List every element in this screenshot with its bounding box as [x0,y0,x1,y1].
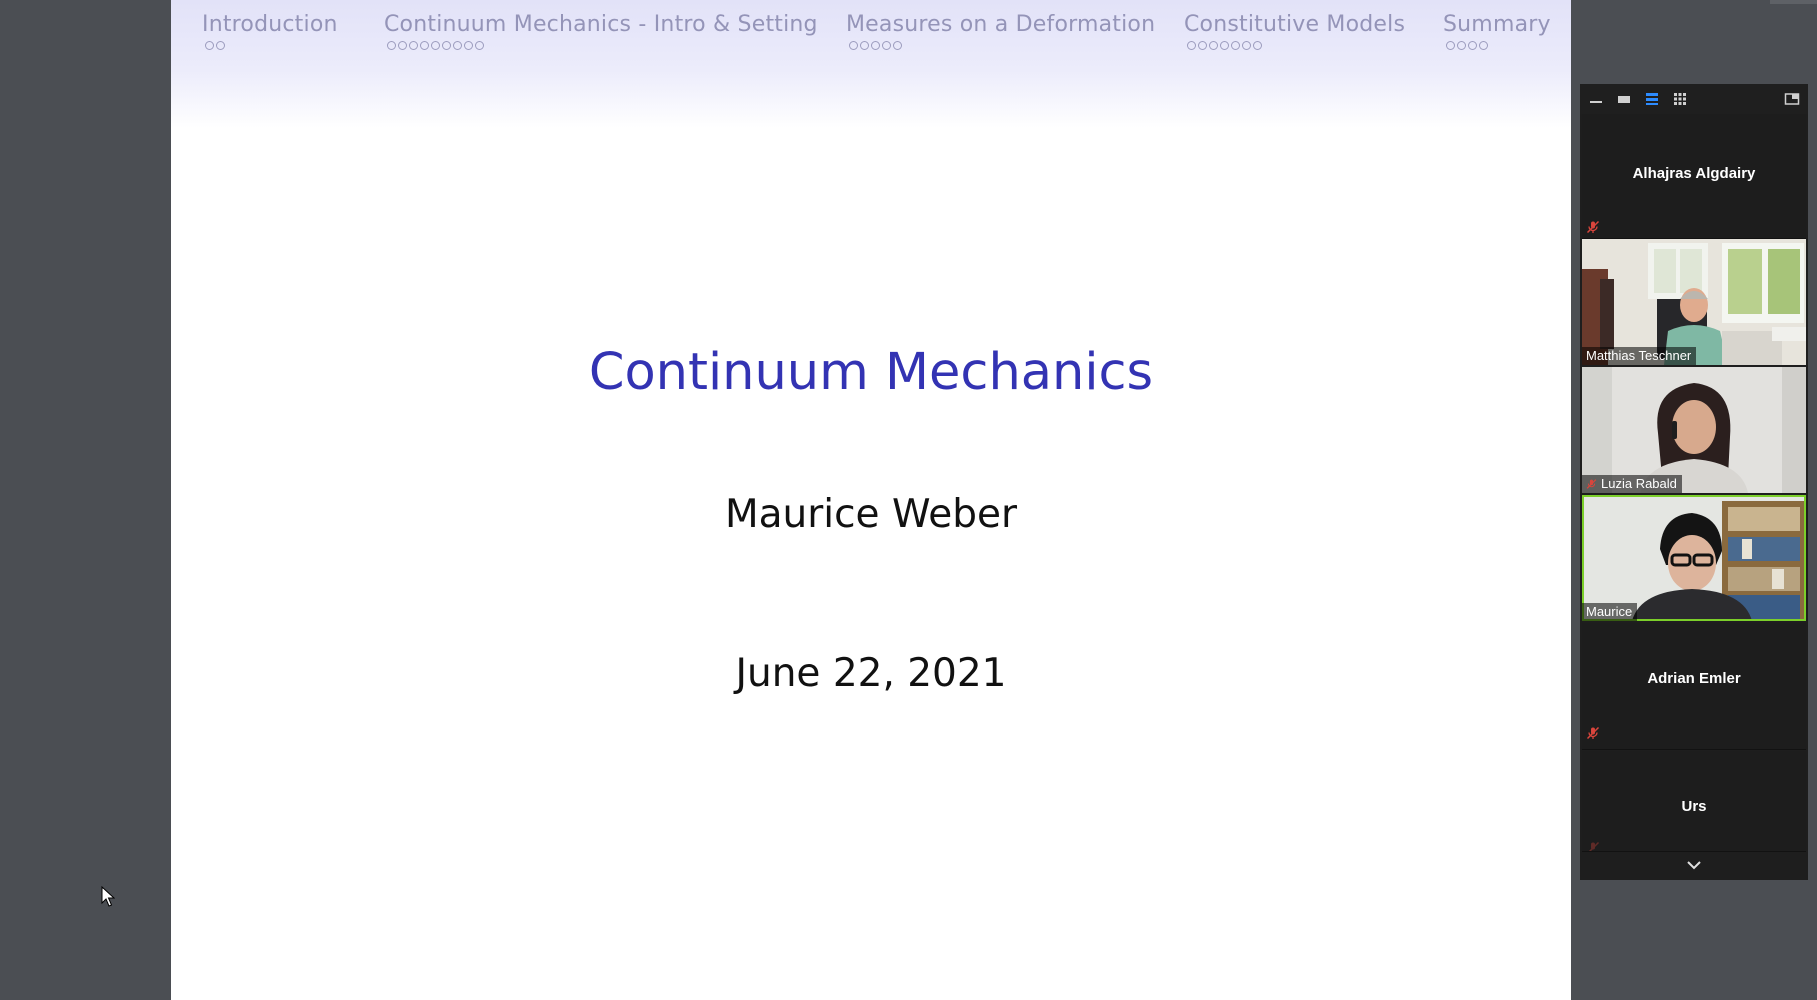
participant-name: Adrian Emler [1647,670,1741,687]
nav-section-measures[interactable]: Measures on a Deformation [846,12,1155,50]
nav-frame-dot[interactable] [1187,41,1196,50]
participants-panel: Alhajras Algdairy Matthias Teschner Luzi… [1580,84,1808,880]
nav-frame-dot[interactable] [1198,41,1207,50]
muted-microphone-icon [1586,478,1597,489]
scroll-down-chevron-icon[interactable] [1580,852,1808,878]
nav-frame-dot[interactable] [1253,41,1262,50]
nav-section-summary[interactable]: Summary [1443,12,1551,50]
participant-name-tag: Matthias Teschner [1582,347,1697,365]
nav-frame-dot[interactable] [442,41,451,50]
speaker-view-icon[interactable] [1644,91,1660,107]
presentation-title: Continuum Mechanics [588,343,1154,402]
nav-frame-dot[interactable] [849,41,858,50]
nav-frame-dot[interactable] [409,41,418,50]
participant-name: Alhajras Algdairy [1632,165,1756,182]
participants-toolbar [1580,84,1808,114]
gallery-view-icon[interactable] [1672,91,1688,107]
nav-frame-dot[interactable] [464,41,473,50]
participant-video-tile[interactable]: Matthias Teschner [1582,239,1806,365]
window-edge [1770,0,1817,4]
nav-frame-dot[interactable] [1479,41,1488,50]
nav-frame-dot[interactable] [387,41,396,50]
nav-frame-dot[interactable] [871,41,880,50]
participant-tile[interactable]: Adrian Emler [1582,623,1806,750]
nav-frame-dot[interactable] [1220,41,1229,50]
presentation-author: Maurice Weber [724,492,1018,537]
thumbnail-view-icon[interactable] [1616,91,1632,107]
muted-microphone-icon [1588,841,1600,851]
nav-section-label: Measures on a Deformation [846,12,1156,37]
nav-frame-dot[interactable] [420,41,429,50]
nav-frame-dots [387,41,818,50]
muted-microphone-icon [1586,220,1600,234]
nav-section-intro-setting[interactable]: Continuum Mechanics - Intro & Setting [384,12,818,50]
nav-frame-dot[interactable] [1457,41,1466,50]
nav-frame-dots [1446,41,1551,50]
shared-screen-slide: Introduction Continuum Mechanics - Intro… [171,0,1571,1000]
participant-name: Luzia Rabald [1601,476,1677,491]
participant-name: Matthias Teschner [1586,348,1692,363]
nav-frame-dots [1187,41,1405,50]
nav-frame-dot[interactable] [1446,41,1455,50]
nav-section-label: Continuum Mechanics - Intro & Setting [384,12,818,37]
nav-frame-dot[interactable] [882,41,891,50]
exit-pip-icon[interactable] [1784,91,1800,107]
presentation-date: June 22, 2021 [735,651,1007,696]
nav-frame-dot[interactable] [398,41,407,50]
nav-frame-dot[interactable] [216,41,225,50]
participant-video-tile[interactable]: Luzia Rabald [1582,367,1806,493]
nav-frame-dot[interactable] [431,41,440,50]
nav-section-introduction[interactable]: Introduction [202,12,338,50]
mouse-cursor-icon [101,886,115,907]
participant-name: Maurice [1586,604,1633,619]
nav-frame-dot[interactable] [205,41,214,50]
nav-frame-dot[interactable] [475,41,484,50]
muted-microphone-icon [1586,726,1600,740]
nav-section-label: Summary [1443,12,1551,37]
nav-frame-dot[interactable] [1468,41,1477,50]
nav-section-label: Introduction [202,12,338,37]
nav-frame-dot[interactable] [860,41,869,50]
participant-name: Urs [1681,798,1707,815]
slide-navigation-bar: Introduction Continuum Mechanics - Intro… [171,0,1571,128]
participant-tile[interactable]: Urs [1582,751,1806,852]
participant-name-tag: Luzia Rabald [1582,475,1682,493]
nav-frame-dot[interactable] [893,41,902,50]
nav-frame-dots [205,41,338,50]
participant-name-tag: Maurice [1582,603,1638,621]
nav-frame-dot[interactable] [1231,41,1240,50]
nav-frame-dots [849,41,1155,50]
active-speaker-video-tile[interactable]: Maurice [1582,495,1806,621]
nav-frame-dot[interactable] [453,41,462,50]
minimize-icon[interactable] [1588,91,1604,107]
nav-section-constitutive-models[interactable]: Constitutive Models [1184,12,1405,50]
nav-section-label: Constitutive Models [1184,12,1406,37]
nav-frame-dot[interactable] [1209,41,1218,50]
nav-frame-dot[interactable] [1242,41,1251,50]
participant-tile[interactable]: Alhajras Algdairy [1582,114,1806,239]
